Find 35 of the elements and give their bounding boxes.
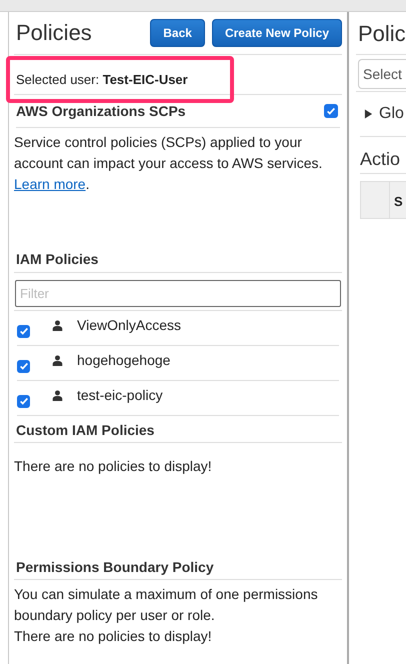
checkmark-icon [18,326,28,336]
description-text: Service control policies (SCPs) applied to your account can impact your access to AWS services. [14,134,322,171]
back-button[interactable]: Back [150,19,205,47]
expand-arrow-icon[interactable] [364,109,373,119]
empty-message: There are no policies to display! [14,457,213,476]
checkmark-icon [326,106,336,116]
learn-more-link[interactable]: Learn more [14,176,86,192]
create-policy-button[interactable]: Create New Policy [212,19,342,47]
section-heading: IAM Policies [14,232,342,273]
policy-name: test-eic-policy [77,387,163,403]
checkbox[interactable] [17,360,30,372]
checkbox[interactable] [324,104,338,118]
checkmark-icon [18,361,28,371]
filter-field[interactable]: Filter [15,280,341,307]
user-icon [52,320,63,330]
panel-title: Polic [356,12,406,55]
checkbox[interactable] [17,324,30,338]
empty-message: There are no policies to display! [14,627,213,646]
selected-user-text: Selected user: Test-EIC-User [14,55,342,95]
checkmark-icon [18,396,28,406]
column-header: S [393,193,403,211]
select-field[interactable]: Select [358,59,406,89]
user-icon [52,354,63,366]
period-text: . [86,176,90,192]
section-heading: Permissions Boundary Policy [14,555,342,580]
section-heading: AWS Organizations SCPs [16,103,186,119]
panel-title: Policies [15,20,92,46]
policy-name: ViewOnlyAccess [77,317,182,333]
policy-name: hogehogehoge [77,352,170,368]
section-heading: Custom IAM Policies [14,416,342,443]
checkbox[interactable] [17,394,30,408]
description-text: You can simulate a maximum of one permissions boundary policy per user or role. [14,585,319,625]
group-label[interactable]: Glo [379,105,404,123]
user-icon [52,390,63,400]
section-heading: Actio [360,137,406,174]
